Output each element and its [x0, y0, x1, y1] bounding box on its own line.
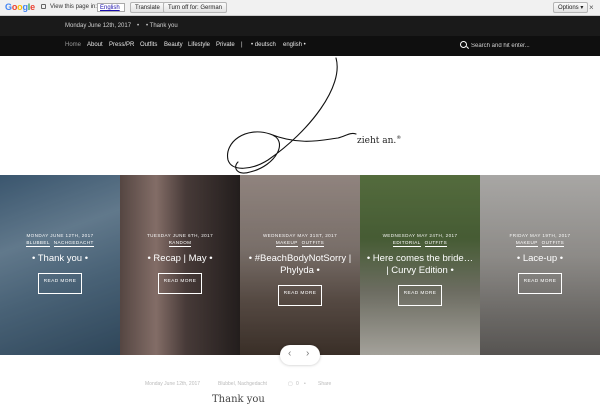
category-link[interactable]: Random: [168, 240, 192, 247]
slide-title[interactable]: • Thank you •: [0, 253, 120, 265]
category-link[interactable]: Makeup: [515, 240, 538, 247]
search-input[interactable]: [471, 40, 581, 52]
post-categories[interactable]: Blubbel, Nachgedacht: [218, 381, 267, 387]
separator: •: [137, 23, 140, 29]
close-icon[interactable]: ×: [589, 3, 594, 12]
turn-off-button[interactable]: Turn off for: German: [163, 2, 228, 13]
featured-slider: Monday June 12th, 2017 Blubbel Nachgedach…: [0, 175, 600, 355]
slide-thank-you[interactable]: Monday June 12th, 2017 Blubbel Nachgedach…: [0, 175, 120, 355]
post-date: Monday June 12th, 2017: [145, 381, 201, 387]
nav-beauty[interactable]: Beauty: [164, 42, 183, 48]
slide-date: Wednesday May 31st, 2017: [262, 233, 338, 238]
nav-about[interactable]: About: [87, 42, 103, 48]
nav-private[interactable]: Private: [216, 42, 235, 48]
slide-recap-may[interactable]: Tuesday June 6th, 2017 Random • Recap | …: [120, 175, 240, 355]
logo-wordmark: zieht an.®: [357, 135, 402, 146]
nav-divider: |: [241, 42, 243, 48]
options-button[interactable]: Options ▾: [553, 2, 589, 13]
category-link[interactable]: Editorial: [392, 240, 421, 247]
site-logo[interactable]: [210, 56, 390, 176]
category-link[interactable]: Nachgedacht: [53, 240, 94, 247]
translate-bar: Google View this page in: English Transl…: [0, 0, 600, 16]
nav-press[interactable]: Press/PR: [109, 42, 134, 48]
category-link[interactable]: Makeup: [275, 240, 298, 247]
nav-lifestyle[interactable]: Lifestyle: [188, 42, 210, 48]
lock-icon: [41, 4, 46, 9]
read-more-button[interactable]: READ MORE: [518, 273, 562, 294]
prev-arrow-icon[interactable]: ‹: [288, 349, 291, 359]
slide-date: Tuesday June 6th, 2017: [146, 233, 214, 238]
slide-bride[interactable]: Wednesday May 24th, 2017 Editorial Outfit…: [360, 175, 480, 355]
translate-button[interactable]: Translate: [130, 2, 165, 13]
slide-title[interactable]: • Recap | May •: [120, 253, 240, 265]
slide-date: Wednesday May 24th, 2017: [382, 233, 458, 238]
read-more-button[interactable]: READ MORE: [398, 285, 442, 306]
top-strip: Monday June 12th, 2017 • • Thank you: [0, 16, 600, 36]
comment-icon[interactable]: ▢: [288, 381, 293, 387]
share-button[interactable]: Share: [318, 381, 331, 387]
category-link[interactable]: Outfits: [541, 240, 565, 247]
slide-lace-up[interactable]: Friday May 19th, 2017 Makeup Outfits • La…: [480, 175, 600, 355]
category-link[interactable]: Outfits: [301, 240, 325, 247]
read-more-button[interactable]: READ MORE: [158, 273, 202, 294]
comment-count[interactable]: 0: [296, 381, 299, 387]
read-more-button[interactable]: READ MORE: [38, 273, 82, 294]
separator: •: [304, 381, 306, 387]
translate-prompt: View this page in:: [50, 4, 97, 10]
slide-title[interactable]: • Here comes the bride… | Curvy Edition …: [360, 253, 480, 277]
slide-date: Friday May 19th, 2017: [509, 233, 571, 238]
slider-nav: ‹ ›: [280, 345, 320, 365]
current-date: Monday June 12th, 2017: [65, 23, 132, 29]
next-arrow-icon[interactable]: ›: [306, 349, 309, 359]
nav-outfits[interactable]: Outfits: [140, 42, 157, 48]
category-link[interactable]: Outfits: [424, 240, 448, 247]
nav-lang-english[interactable]: english •: [283, 42, 306, 48]
google-logo: Google: [5, 2, 35, 12]
slide-title[interactable]: • Lace-up •: [480, 253, 600, 265]
slide-date: Monday June 12th, 2017: [26, 233, 94, 238]
category-link[interactable]: Blubbel: [26, 240, 50, 247]
slide-title[interactable]: • #BeachBodyNotSorry | Phylyda •: [240, 253, 360, 277]
nav-home[interactable]: Home: [65, 42, 81, 48]
main-nav: Home About Press/PR Outfits Beauty Lifes…: [0, 36, 600, 56]
read-more-button[interactable]: READ MORE: [278, 285, 322, 306]
search-icon[interactable]: [460, 41, 467, 48]
slide-beachbody[interactable]: Wednesday May 31st, 2017 Makeup Outfits •…: [240, 175, 360, 355]
nav-lang-deutsch[interactable]: • deutsch: [251, 42, 276, 48]
language-select[interactable]: English: [97, 3, 125, 12]
latest-post-link[interactable]: • Thank you: [146, 23, 178, 29]
